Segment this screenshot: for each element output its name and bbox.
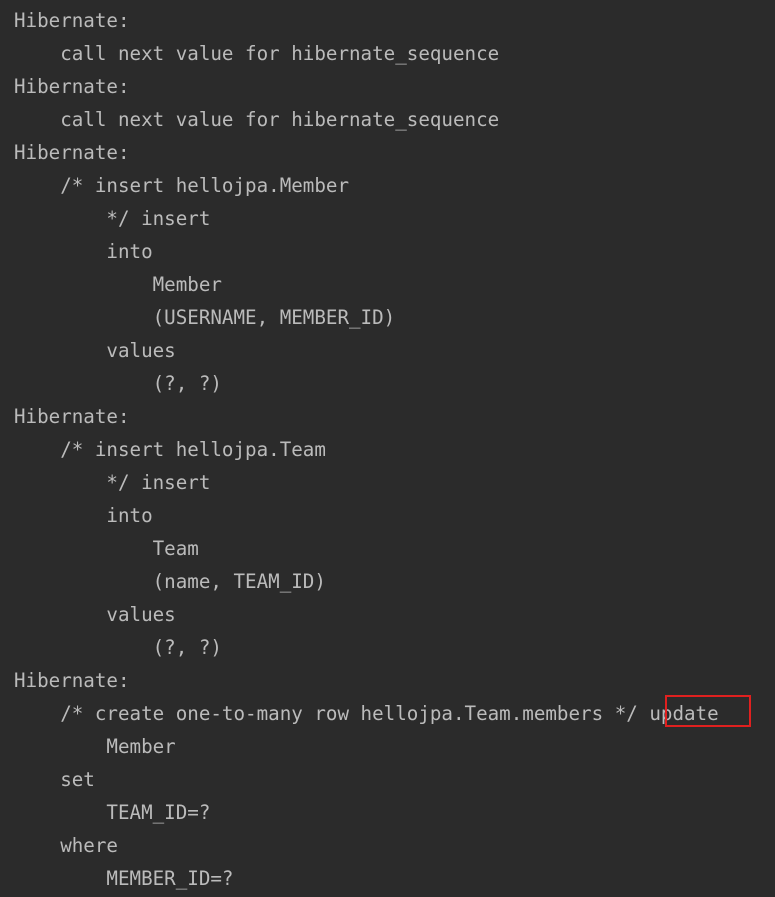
console-line: TEAM_ID=?: [14, 801, 211, 824]
update-keyword-highlight: [665, 695, 751, 727]
console-line: values: [14, 603, 176, 626]
console-line: */ insert: [14, 471, 211, 494]
console-output: Hibernate: call next value for hibernate…: [0, 0, 775, 897]
console-line: (USERNAME, MEMBER_ID): [14, 306, 396, 329]
console-line: call next value for hibernate_sequence: [14, 108, 500, 131]
console-line: into: [14, 504, 153, 527]
console-line: where: [14, 834, 118, 857]
console-line: /* insert hellojpa.Member: [14, 174, 350, 197]
console-line: Hibernate:: [14, 141, 130, 164]
console-line: (?, ?): [14, 372, 222, 395]
console-line: Hibernate:: [14, 669, 130, 692]
console-line: */ insert: [14, 207, 211, 230]
console-line: MEMBER_ID=?: [14, 867, 234, 890]
console-line: (name, TEAM_ID): [14, 570, 326, 593]
console-line: Hibernate:: [14, 405, 130, 428]
console-line: into: [14, 240, 153, 263]
console-line: Member: [14, 273, 222, 296]
console-line: /* create one-to-many row hellojpa.Team.…: [14, 702, 719, 725]
console-line: call next value for hibernate_sequence: [14, 42, 500, 65]
console-line: Hibernate:: [14, 75, 130, 98]
console-line: values: [14, 339, 176, 362]
console-line: Hibernate:: [14, 9, 130, 32]
console-line: (?, ?): [14, 636, 222, 659]
console-line: set: [14, 768, 95, 791]
console-line: Team: [14, 537, 199, 560]
console-line: Member: [14, 735, 176, 758]
console-line: /* insert hellojpa.Team: [14, 438, 326, 461]
